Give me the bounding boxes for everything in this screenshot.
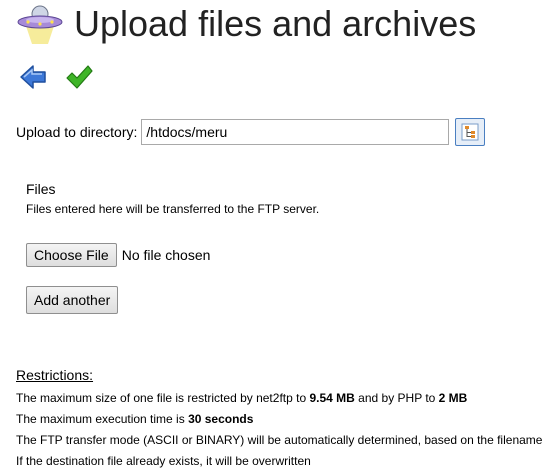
ufo-icon: [17, 5, 63, 44]
directory-label: Upload to directory:: [16, 124, 138, 140]
file-picker-row: Choose File No file chosen: [26, 243, 210, 267]
restriction-max-size-prefix: The maximum size of one file is restrict…: [16, 391, 310, 405]
files-section: Files Files entered here will be transfe…: [26, 181, 319, 216]
restrictions-title: Restrictions:: [16, 367, 94, 383]
restriction-overwrite: If the destination file already exists, …: [16, 454, 311, 468]
back-arrow-icon[interactable]: [18, 62, 48, 92]
directory-input[interactable]: [141, 119, 450, 145]
file-status: No file chosen: [121, 247, 211, 263]
restriction-transfer-mode: The FTP transfer mode (ASCII or BINARY) …: [16, 433, 546, 447]
restriction-exec-time: The maximum execution time is 30 seconds: [16, 409, 546, 430]
browse-directory-button[interactable]: [455, 118, 486, 146]
files-description: Files entered here will be transferred t…: [26, 202, 320, 216]
directory-row: Upload to directory:: [16, 118, 486, 146]
checkmark-icon[interactable]: [64, 62, 94, 92]
restriction-exec-time-value: 30 seconds: [188, 412, 254, 426]
restriction-exec-time-prefix: The maximum execution time is: [16, 412, 189, 426]
tree-browse-icon: [461, 123, 479, 141]
files-heading: Files: [26, 181, 56, 197]
page-header: Upload files and archives: [14, 2, 476, 46]
add-another-button[interactable]: Add another: [26, 286, 119, 314]
restriction-max-size-mid: and by PHP to: [354, 391, 439, 405]
choose-file-button[interactable]: Choose File: [26, 243, 117, 267]
restriction-max-size: The maximum size of one file is restrict…: [16, 388, 546, 409]
page-title: Upload files and archives: [74, 3, 477, 44]
restrictions-section: Restrictions: The maximum size of one fi…: [16, 367, 546, 472]
restriction-net2ftp-limit: 9.54 MB: [309, 391, 355, 405]
restriction-php-limit: 2 MB: [438, 391, 468, 405]
add-another-row: Add another: [26, 286, 119, 314]
toolbar: [18, 62, 94, 92]
